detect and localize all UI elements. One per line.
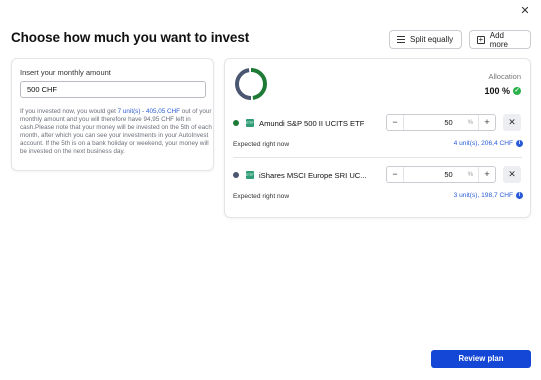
allocation-card: Allocation 100 % ✓ ETF Amundi S&P 500 II… <box>224 58 531 218</box>
increase-button[interactable]: + <box>478 167 495 182</box>
info-icon[interactable]: i <box>516 140 523 147</box>
percent-value: 50 <box>444 118 453 127</box>
decrease-button[interactable]: − <box>387 167 404 182</box>
remove-holding-button[interactable]: ✕ <box>503 114 521 131</box>
divider <box>233 157 522 158</box>
percent-value: 50 <box>444 170 453 179</box>
close-icon: ✕ <box>508 117 516 127</box>
expected-label: Expected right now <box>233 193 290 200</box>
plus-square-icon: + <box>477 34 485 44</box>
expected-label: Expected right now <box>233 141 290 148</box>
info-text-start: If you invested now, you would get <box>20 108 118 115</box>
percent-stepper: − 50 % + <box>386 114 496 131</box>
holding-row: ETF iShares MSCI Europe SRI UC... − 50 %… <box>225 162 532 212</box>
investment-info-text: If you invested now, you would get 7 uni… <box>20 108 212 156</box>
expected-value: 4 unit(s), 206,4 CHF i <box>454 140 523 147</box>
allocation-total-value: 100 % <box>484 86 510 96</box>
etf-icon: ETF <box>246 171 254 179</box>
percent-field[interactable]: 50 % <box>404 118 478 127</box>
allocation-total: 100 % ✓ <box>484 86 521 96</box>
monthly-amount-input[interactable] <box>20 81 206 98</box>
check-icon: ✓ <box>513 87 521 95</box>
holding-color-dot <box>233 120 239 126</box>
expected-value-text: 3 unit(s), 198,7 CHF <box>453 192 513 199</box>
allocation-label: Allocation <box>488 72 521 81</box>
add-more-label: Add more <box>489 30 508 49</box>
holding-color-dot <box>233 172 239 178</box>
close-icon: ✕ <box>520 4 530 17</box>
close-icon: ✕ <box>508 169 516 179</box>
percent-field[interactable]: 50 % <box>404 170 478 179</box>
monthly-amount-card: Insert your monthly amount If you invest… <box>11 58 214 171</box>
expected-value: 3 unit(s), 198,7 CHF i <box>454 192 523 199</box>
split-equally-button[interactable]: Split equally <box>389 30 462 49</box>
increase-button[interactable]: + <box>478 115 495 130</box>
remove-holding-button[interactable]: ✕ <box>503 166 521 183</box>
etf-icon: ETF <box>246 119 254 127</box>
add-more-button[interactable]: + Add more <box>469 30 531 49</box>
percent-sign: % <box>467 171 473 178</box>
split-equally-label: Split equally <box>410 35 454 44</box>
expected-value-text: 4 unit(s), 206,4 CHF <box>453 140 513 147</box>
close-button[interactable]: ✕ <box>518 4 532 18</box>
allocation-donut <box>235 68 267 100</box>
units-highlight: 7 unit(s) - 405,05 CHF <box>117 108 180 115</box>
page-title: Choose how much you want to invest <box>11 30 250 45</box>
holding-row: ETF Amundi S&P 500 II UCITS ETF − 50 % +… <box>225 110 532 160</box>
amount-label: Insert your monthly amount <box>20 68 111 77</box>
list-icon <box>397 35 405 44</box>
holding-name: Amundi S&P 500 II UCITS ETF <box>259 119 365 128</box>
decrease-button[interactable]: − <box>387 115 404 130</box>
info-icon[interactable]: i <box>516 192 523 199</box>
percent-stepper: − 50 % + <box>386 166 496 183</box>
percent-sign: % <box>467 119 473 126</box>
holding-name: iShares MSCI Europe SRI UC... <box>259 171 367 180</box>
review-plan-button[interactable]: Review plan <box>431 350 531 368</box>
info-text-end: out of your monthly amount and you will … <box>20 108 212 155</box>
